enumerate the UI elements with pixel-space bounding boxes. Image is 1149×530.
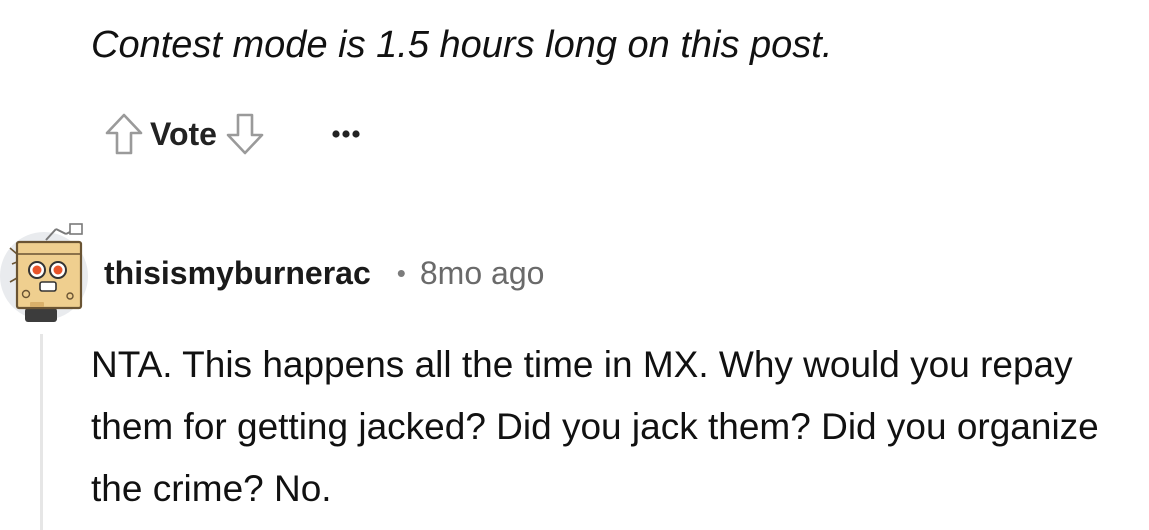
meta-separator: • [396, 258, 406, 288]
comment-header: thisismyburnerac • 8mo ago [0, 222, 544, 324]
arrow-down-icon [226, 113, 264, 155]
contest-mode-note: Contest mode is 1.5 hours long on this p… [91, 24, 833, 66]
vote-bar: Vote [100, 108, 361, 160]
comment-username[interactable]: thisismyburnerac [104, 253, 371, 293]
thread-line[interactable] [40, 334, 43, 530]
comment-body: NTA. This happens all the time in MX. Wh… [91, 344, 1099, 509]
vote-label: Vote [150, 116, 217, 152]
upvote-button[interactable] [100, 108, 148, 160]
more-options-button[interactable] [331, 108, 361, 160]
snoo-avatar-icon [0, 223, 88, 322]
arrow-up-icon [105, 113, 143, 155]
more-dots-icon [332, 130, 360, 138]
avatar[interactable] [0, 222, 96, 324]
downvote-button[interactable] [221, 108, 269, 160]
comment-timestamp: 8mo ago [419, 255, 545, 291]
